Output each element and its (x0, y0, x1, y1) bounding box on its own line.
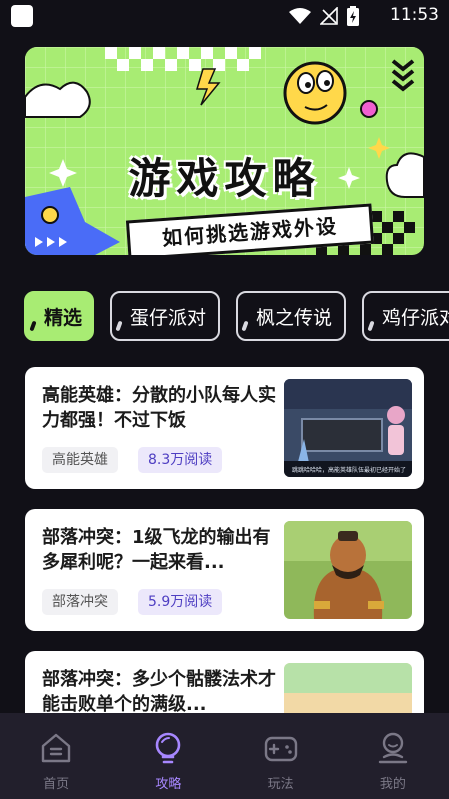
read-count: 5.9万阅读 (138, 589, 223, 615)
no-signal-icon (320, 7, 338, 25)
article-card[interactable]: 高能英雄：分散的小队每人实力都强！不过下饭 高能英雄 8.3万阅读 跳跳哈哈哈，… (25, 367, 424, 489)
bottom-navigation: 首页 攻略 玩法 我的 (0, 713, 449, 799)
article-title: 部落冲突：1级飞龙的输出有多犀利呢？一起来看... (42, 527, 271, 573)
tab-eggy-party[interactable]: 蛋仔派对 (110, 291, 221, 341)
nav-label: 攻略 (155, 777, 182, 792)
bulb-icon (156, 732, 181, 764)
nav-profile[interactable]: 我的 (337, 713, 449, 799)
gamepad-icon (264, 736, 297, 762)
status-time: 11:53 (390, 5, 439, 25)
read-count: 8.3万阅读 (138, 447, 223, 473)
nav-label: 玩法 (267, 777, 294, 792)
game-tag: 部落冲突 (42, 589, 118, 615)
article-thumbnail (284, 521, 412, 619)
nav-label: 我的 (379, 777, 406, 792)
tab-maple-legend[interactable]: 枫之传说 (236, 291, 347, 341)
status-bar: 11:53 (0, 0, 449, 32)
nav-guides[interactable]: 攻略 (112, 713, 224, 799)
app-notification-icon (11, 5, 33, 27)
status-icons (289, 6, 359, 26)
tab-featured[interactable]: 精选 (24, 291, 95, 341)
category-tabs: 精选 蛋仔派对 枫之传说 鸡仔派对 (24, 291, 449, 343)
wifi-icon (289, 8, 311, 24)
nav-home[interactable]: 首页 (0, 713, 112, 799)
article-card[interactable]: 部落冲突：1级飞龙的输出有多犀利呢？一起来看... 部落冲突 5.9万阅读 (25, 509, 424, 631)
article-title: 部落冲突：多少个骷髅法术才能击败单个的满级... (42, 669, 276, 715)
article-title: 高能英雄：分散的小队每人实力都强！不过下饭 (42, 385, 276, 431)
game-tag: 高能英雄 (42, 447, 118, 473)
battery-charging-icon (347, 6, 359, 26)
guide-banner[interactable]: 游戏攻略 如何挑选游戏外设 (25, 47, 424, 255)
tab-chicken-party[interactable]: 鸡仔派对 (362, 291, 449, 341)
article-thumbnail: 跳跳哈哈哈，高能英雄队伍最初已经开始了 (284, 379, 412, 477)
nav-gameplay[interactable]: 玩法 (225, 713, 337, 799)
thumbnail-caption: 跳跳哈哈哈，高能英雄队伍最初已经开始了 (292, 466, 406, 474)
user-icon (378, 732, 408, 764)
banner-title: 游戏攻略 (128, 154, 321, 203)
home-icon (41, 733, 71, 763)
nav-label: 首页 (43, 777, 70, 792)
